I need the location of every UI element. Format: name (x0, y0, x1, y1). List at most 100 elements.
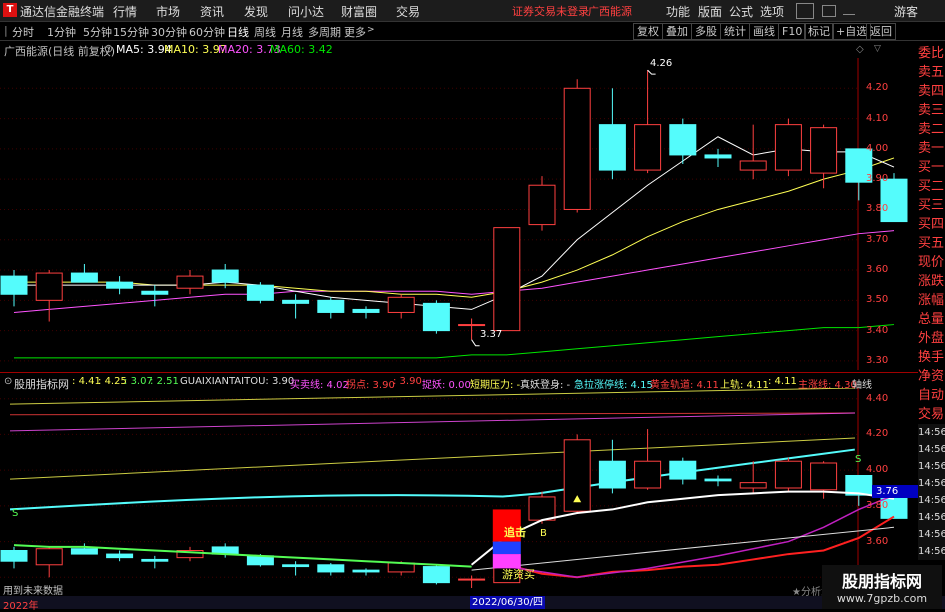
btn-overlay[interactable]: 叠加 (662, 23, 692, 40)
ind-val-1: : 4.41 (72, 376, 101, 387)
candle-body (810, 127, 838, 174)
signal-s-right: S (855, 454, 862, 465)
menu-quotes[interactable]: 行情 (113, 3, 137, 20)
quote-label: 委比 (918, 46, 945, 61)
quote-label: 卖二 (918, 122, 945, 137)
period-daily[interactable]: 日线 (227, 24, 249, 40)
period-monthly[interactable]: 月线 (281, 24, 303, 40)
btn-f10[interactable]: F10 (778, 23, 807, 40)
price-tick: 4.10 (866, 112, 889, 124)
user-label[interactable]: 游客 (894, 3, 918, 20)
period-15min[interactable]: 15分钟 (113, 24, 149, 40)
login-warning[interactable]: 证券交易未登录 (512, 3, 589, 19)
btn-back[interactable]: 返回 (866, 23, 896, 40)
quote-label: 买四 (918, 217, 945, 232)
quote-label: 卖五 (918, 65, 945, 80)
settings-circle-icon[interactable]: ⊙ (104, 42, 113, 55)
indicator-tick: 3.80 (866, 499, 889, 511)
trade-time: 14:56 (918, 526, 945, 543)
window-icon[interactable] (796, 3, 814, 19)
ind-val-4: : 2.51 (150, 376, 179, 387)
quote-label: 买五 (918, 236, 945, 251)
indicator-chart[interactable] (0, 388, 918, 588)
stock-name: 广西能源 (588, 5, 632, 18)
indicator-tick: 4.00 (866, 464, 889, 476)
pane-divider (0, 372, 918, 373)
period-more[interactable]: 更多 (344, 24, 366, 40)
candle-body (176, 275, 204, 289)
quote-label: 卖四 (918, 84, 945, 99)
btn-restore-rights[interactable]: 复权 (633, 23, 663, 40)
price-tick: 3.80 (866, 203, 889, 215)
ind-val-3: : 3.07 (124, 376, 153, 387)
sub-candle-body (598, 460, 626, 489)
btn-draw[interactable]: 画线 (749, 23, 779, 40)
menu-trade[interactable]: 交易 (396, 3, 420, 20)
indicator-toggle-icon[interactable]: ⊙ (4, 376, 12, 387)
menu-xiaoda[interactable]: 问小达 (288, 3, 324, 20)
menu-market[interactable]: 市场 (156, 3, 180, 20)
price-tick: 3.40 (866, 324, 889, 336)
ind-gx: GUAIXIANTAITOU: 3.90 (180, 376, 295, 387)
menu-discover[interactable]: 发现 (244, 3, 268, 20)
candle-body (317, 299, 345, 313)
quote-label: 外盘 (918, 331, 945, 346)
menu-news[interactable]: 资讯 (200, 3, 224, 20)
candle-body (211, 269, 239, 283)
menu-formula[interactable]: 公式 (729, 3, 753, 20)
minimize-icon[interactable] (843, 2, 855, 15)
ma60-line (14, 324, 895, 359)
candle-body (35, 272, 63, 301)
period-30min[interactable]: 30分钟 (151, 24, 187, 40)
trade-label[interactable]: 交易 (918, 405, 945, 424)
indicator-tick: 4.20 (866, 428, 889, 440)
candle-body (282, 299, 310, 304)
price-tick: 4.20 (866, 82, 889, 94)
candle-body (493, 227, 521, 332)
diamond-icon[interactable]: ◇ (856, 44, 864, 55)
trade-time: 14:56 (918, 441, 945, 458)
candle-body (106, 281, 134, 289)
chevron-right-icon[interactable]: > (367, 25, 375, 35)
trade-time: 14:56 (918, 458, 945, 475)
period-5min[interactable]: 5分钟 (83, 24, 112, 40)
collapse-icon[interactable]: ▽ (874, 44, 881, 54)
btn-multi-stock[interactable]: 多股 (691, 23, 721, 40)
menu-wealth[interactable]: 财富圈 (341, 3, 377, 20)
candle-body (634, 124, 662, 171)
period-multi[interactable]: 多周期 (308, 24, 341, 40)
indicator-tick: 3.60 (866, 535, 889, 547)
quote-label: 买三 (918, 198, 945, 213)
sub-candle-body (141, 558, 169, 562)
sub-candle-body (0, 550, 28, 562)
menu-layout[interactable]: 版面 (698, 3, 722, 20)
chart-title: 广西能源(日线 前复权) (4, 45, 116, 58)
price-tick: 3.30 (866, 354, 889, 366)
sub-candle-body (739, 482, 767, 489)
signal-blue-block (492, 541, 521, 555)
period-60min[interactable]: 60分钟 (189, 24, 225, 40)
indicator-tick: 4.40 (866, 392, 889, 404)
restore-icon[interactable] (822, 5, 836, 17)
candle-body (141, 290, 169, 295)
ma20-line (13, 230, 895, 313)
trade-panel: 自动 交易 14:56 14:56 14:56 14:56 14:56 14:56 14:56 1… (918, 386, 945, 560)
app-logo-icon: T (3, 3, 17, 17)
title-bar: T 通达信金融终端 行情 市场 资讯 发现 问小达 财富圈 交易 证券交易未登录… (0, 0, 945, 22)
quote-label: 卖一 (918, 141, 945, 156)
period-tick[interactable]: 分时 (12, 24, 34, 40)
menu-options[interactable]: 选项 (760, 3, 784, 20)
candlestick-chart[interactable] (0, 58, 918, 370)
period-weekly[interactable]: 周线 (254, 24, 276, 40)
menu-function[interactable]: 功能 (666, 3, 690, 20)
btn-statistics[interactable]: 统计 (720, 23, 750, 40)
btn-mark[interactable]: 标记 (804, 23, 834, 40)
current-value-tag: 3.76 (872, 485, 920, 498)
quote-label: 换手 (918, 350, 945, 365)
quote-label: 买二 (918, 179, 945, 194)
trade-label[interactable]: 自动 (918, 386, 945, 405)
period-1min[interactable]: 1分钟 (47, 24, 76, 40)
ind-v3: : 3.90 (393, 376, 422, 387)
ma10-line (14, 157, 895, 298)
trade-time: 14:56 (918, 424, 945, 441)
